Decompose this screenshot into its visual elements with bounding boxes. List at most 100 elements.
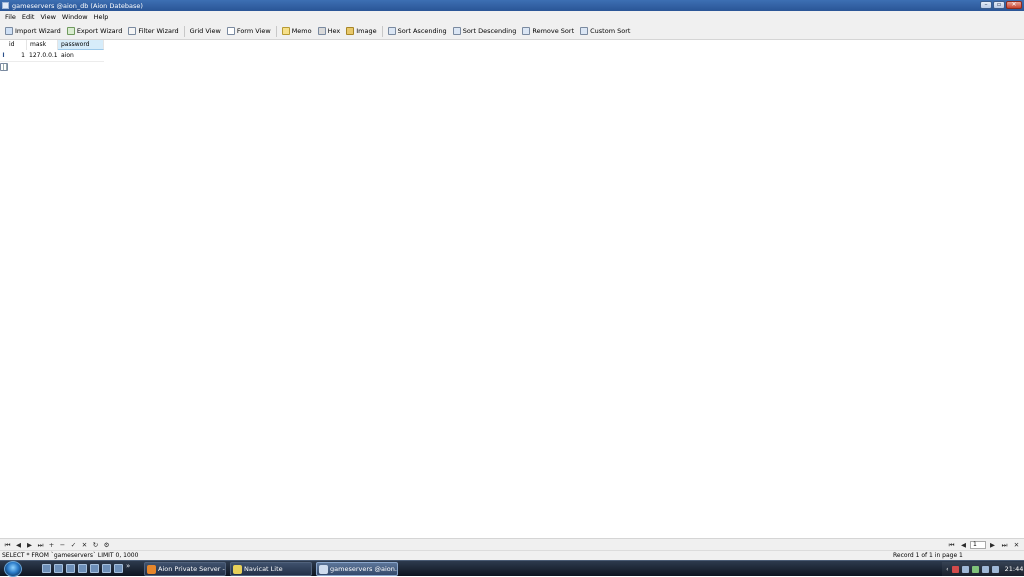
- menu-file[interactable]: File: [2, 13, 19, 21]
- custom-sort-button[interactable]: Custom Sort: [577, 25, 633, 38]
- record-count: Record 1 of 1 in page 1: [893, 552, 963, 559]
- column-header-id[interactable]: id: [6, 40, 27, 50]
- sort-descending-label: Sort Descending: [462, 27, 517, 35]
- first-page-button[interactable]: ⏮: [946, 540, 957, 550]
- remove-sort-label: Remove Sort: [532, 27, 575, 35]
- filter-wizard-button[interactable]: Filter Wizard: [125, 25, 181, 38]
- prior-page-button[interactable]: ◀: [958, 540, 969, 550]
- column-header-mask[interactable]: mask: [27, 40, 58, 50]
- hex-button[interactable]: Hex: [315, 25, 344, 38]
- clock[interactable]: 21:44: [1005, 565, 1024, 573]
- settings-button[interactable]: ⚙: [101, 540, 112, 550]
- next-record-button[interactable]: ▶: [24, 540, 35, 550]
- explorer-icon[interactable]: [66, 564, 75, 573]
- image-label: Image: [356, 27, 377, 35]
- show-desktop-icon[interactable]: [42, 564, 51, 573]
- menu-bar: File Edit View Window Help: [0, 11, 1024, 23]
- close-filter-icon[interactable]: ✕: [1011, 540, 1022, 550]
- tray-expand-icon[interactable]: ‹: [946, 565, 949, 573]
- import-wizard-button[interactable]: Import Wizard: [2, 25, 64, 38]
- security-icon[interactable]: [951, 565, 959, 573]
- cell-mask[interactable]: 127.0.0.1: [27, 51, 58, 61]
- toolbar: Import Wizard Export Wizard Filter Wizar…: [0, 23, 1024, 71]
- export-icon: [66, 27, 75, 35]
- switch-windows-icon[interactable]: [54, 564, 63, 573]
- quick-launch-more-icon[interactable]: »: [126, 562, 130, 570]
- taskbar-item-firefox[interactable]: Aion Private Server -...: [144, 562, 226, 576]
- menu-window[interactable]: Window: [59, 13, 91, 21]
- start-button[interactable]: [4, 561, 22, 577]
- title-bar: gameservers @aion_db (Aion Datebase) – ▫…: [0, 0, 1024, 11]
- taskbar: » Aion Private Server -... Navicat Lite …: [0, 560, 1024, 577]
- taskbar-item-label: Aion Private Server -...: [158, 565, 226, 573]
- messenger-icon[interactable]: [102, 564, 111, 573]
- import-icon: [5, 27, 13, 35]
- media-player-icon[interactable]: [90, 564, 99, 573]
- add-record-button[interactable]: +: [46, 540, 57, 550]
- sort-descending-button[interactable]: Sort Descending: [450, 25, 520, 38]
- column-header-password[interactable]: password: [58, 40, 104, 50]
- filter-wizard-label: Filter Wizard: [138, 27, 179, 35]
- prior-record-button[interactable]: ◀: [13, 540, 24, 550]
- mail-icon[interactable]: [114, 564, 123, 573]
- hex-icon: [317, 27, 326, 35]
- grid-view-button[interactable]: Grid View: [0, 25, 224, 71]
- page-navigator: ⏮ ◀ 1 ▶ ⏭ ✕: [946, 540, 1022, 550]
- sort-ascending-label: Sort Ascending: [397, 27, 447, 35]
- last-page-button[interactable]: ⏭: [999, 540, 1010, 550]
- next-page-button[interactable]: ▶: [987, 540, 998, 550]
- refresh-button[interactable]: ↻: [90, 540, 101, 550]
- form-icon: [226, 27, 235, 35]
- filter-icon: [128, 27, 137, 35]
- cancel-changes-button[interactable]: ✕: [79, 540, 90, 550]
- last-record-button[interactable]: ⏭: [35, 540, 46, 550]
- memo-button[interactable]: Memo: [279, 25, 315, 38]
- memo-icon: [281, 27, 290, 35]
- image-button[interactable]: Image: [343, 25, 379, 38]
- record-navigator: ⏮ ◀ ▶ ⏭ + − ✓ ✕ ↻ ⚙ ⏮ ◀ 1 ▶ ⏭ ✕: [0, 538, 1024, 550]
- taskbar-item-gameservers[interactable]: gameservers @aion...: [316, 562, 398, 576]
- update-icon[interactable]: [971, 565, 979, 573]
- image-icon: [346, 27, 355, 35]
- export-wizard-button[interactable]: Export Wizard: [64, 25, 126, 38]
- network-icon[interactable]: [961, 565, 969, 573]
- menu-view[interactable]: View: [37, 13, 58, 21]
- sort-ascending-button[interactable]: Sort Ascending: [385, 25, 450, 38]
- battery-icon[interactable]: [991, 565, 999, 573]
- grid-icon: [0, 63, 8, 71]
- first-record-button[interactable]: ⏮: [2, 540, 13, 550]
- taskbar-item-navicat[interactable]: Navicat Lite: [230, 562, 312, 576]
- navicat-icon: [233, 565, 242, 574]
- menu-help[interactable]: Help: [91, 13, 112, 21]
- menu-edit[interactable]: Edit: [19, 13, 38, 21]
- memo-label: Memo: [291, 27, 312, 35]
- page-number-input[interactable]: 1: [970, 541, 986, 549]
- import-wizard-label: Import Wizard: [15, 27, 61, 35]
- delete-record-button[interactable]: −: [57, 540, 68, 550]
- window-title: gameservers @aion_db (Aion Datebase): [12, 1, 143, 10]
- window-controls: – ▫ ✕: [980, 1, 1022, 9]
- quick-launch: [42, 564, 123, 573]
- toolbar-separator: [183, 25, 185, 37]
- row-divider: [0, 61, 104, 62]
- table-window-icon: [319, 565, 328, 574]
- cell-password[interactable]: aion: [58, 51, 104, 61]
- cell-id[interactable]: 1: [6, 51, 27, 61]
- sql-statement: SELECT * FROM `gameservers` LIMIT 0, 100…: [2, 552, 139, 559]
- toolbar-separator: [275, 25, 277, 37]
- maximize-button[interactable]: ▫: [993, 1, 1005, 9]
- remove-sort-button[interactable]: Remove Sort: [519, 25, 577, 38]
- minimize-button[interactable]: –: [980, 1, 992, 9]
- export-wizard-label: Export Wizard: [76, 27, 123, 35]
- apply-changes-button[interactable]: ✓: [68, 540, 79, 550]
- status-bar: SELECT * FROM `gameservers` LIMIT 0, 100…: [0, 550, 1024, 560]
- remove-sort-icon: [522, 27, 531, 35]
- form-view-button[interactable]: Form View: [224, 25, 274, 38]
- toolbar-separator: [381, 25, 383, 37]
- close-button[interactable]: ✕: [1006, 1, 1022, 9]
- firefox-icon: [147, 565, 156, 574]
- volume-icon[interactable]: [981, 565, 989, 573]
- grid-view-label: Grid View: [189, 27, 221, 35]
- sort-ascending-icon: [387, 27, 396, 35]
- ie-icon[interactable]: [78, 564, 87, 573]
